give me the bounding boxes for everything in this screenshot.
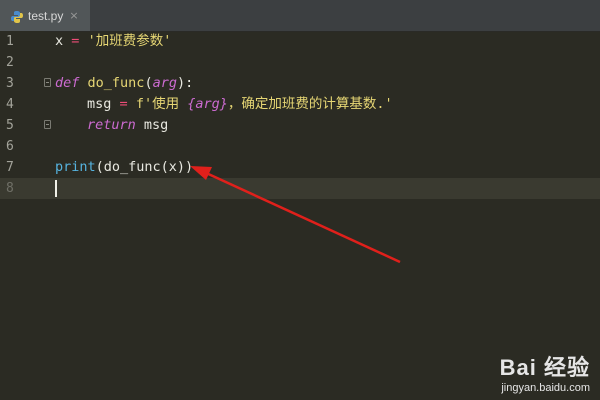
code-token: (do_func(x)) (95, 159, 194, 175)
code-token: '加班费参数' (87, 33, 172, 49)
text-cursor (55, 180, 57, 197)
baidu-jingyan-watermark: Bai 经验 jingyan.baidu.com (440, 350, 590, 394)
line-number: 5 (6, 118, 14, 133)
code-line: 3 def do_func(arg): (0, 73, 600, 94)
code-token: def (55, 75, 80, 91)
watermark-url: jingyan.baidu.com (501, 382, 590, 394)
fold-marker-icon[interactable] (44, 120, 51, 129)
code-token: msg (87, 96, 112, 112)
line-number: 6 (6, 139, 14, 154)
line-number: 1 (6, 34, 14, 49)
line-number: 2 (6, 55, 14, 70)
tab-test-py[interactable]: test.py × (0, 0, 90, 31)
fold-marker-icon[interactable] (44, 78, 51, 87)
code-line: 6 (0, 136, 600, 157)
code-token: arg (152, 75, 177, 91)
code-text: x = '加班费参数' (55, 31, 171, 52)
line-number: 7 (6, 160, 14, 175)
tab-close-icon[interactable]: × (69, 9, 78, 22)
code-text: msg = f'使用 {arg}，确定加班费的计算基数.' (55, 94, 393, 115)
code-token: do_func (87, 75, 145, 91)
python-file-icon (10, 9, 24, 23)
line-number: 4 (6, 97, 14, 112)
code-token: msg (143, 117, 169, 133)
watermark-brand: Bai 经验 (499, 355, 590, 380)
code-token: = (71, 33, 80, 49)
code-token: print (55, 159, 96, 175)
code-line: 1 x = '加班费参数' (0, 31, 600, 52)
line-number: 3 (6, 76, 14, 91)
code-token: ): (176, 75, 194, 91)
code-token: ( (144, 75, 153, 91)
code-editor[interactable]: 1 x = '加班费参数' 2 3 def do_func(arg): 4 ms… (0, 31, 600, 400)
code-token: {arg} (187, 96, 228, 112)
code-token: x (55, 33, 64, 49)
line-number: 8 (6, 181, 14, 196)
code-token: ，确定加班费的计算基数.' (227, 96, 393, 112)
code-text: print(do_func(x)) (55, 157, 193, 178)
code-text: return msg (55, 115, 168, 136)
tab-label: test.py (28, 8, 64, 23)
code-line: 7 print(do_func(x)) (0, 157, 600, 178)
code-token: f'使用 (135, 96, 188, 112)
code-line: 4 msg = f'使用 {arg}，确定加班费的计算基数.' (0, 94, 600, 115)
editor-tab-bar: test.py × (0, 0, 600, 32)
code-text: def do_func(arg): (55, 73, 193, 94)
code-line: 5 return msg (0, 115, 600, 136)
code-line: 2 (0, 52, 600, 73)
code-token: = (119, 96, 128, 112)
code-token: return (87, 117, 136, 133)
current-line: 8 (0, 178, 600, 199)
